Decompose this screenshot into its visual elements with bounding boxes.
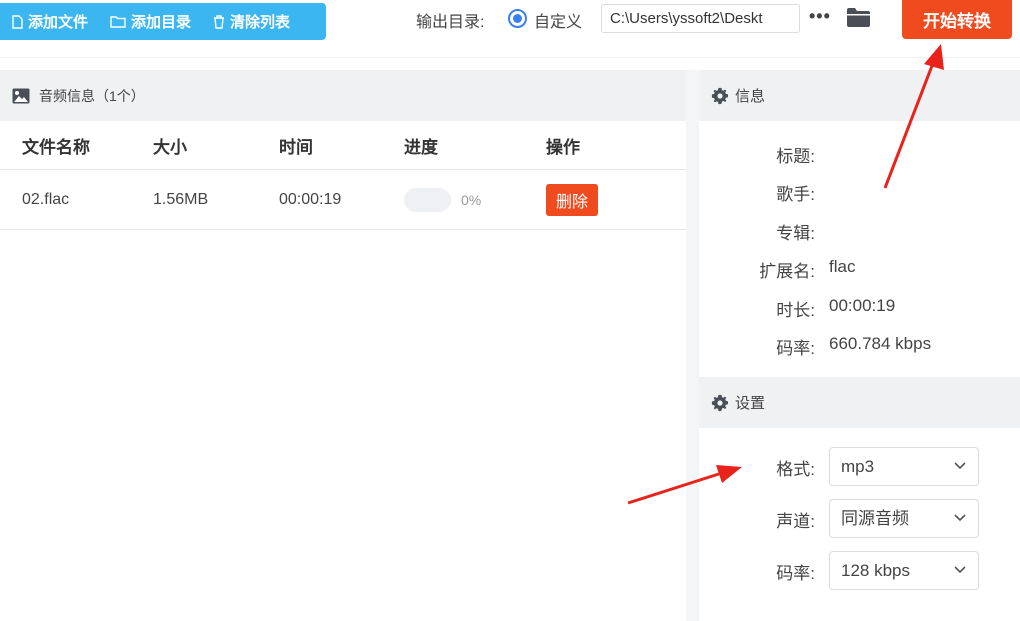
column-header: 文件名称	[22, 137, 90, 157]
format-select[interactable]: mp3	[829, 447, 979, 486]
setting-label: 码率:	[776, 564, 815, 583]
add-file-button[interactable]: 添加文件	[12, 11, 88, 32]
info-duration-row: 时长: 00:00:19	[699, 296, 1020, 320]
chevron-down-icon	[954, 514, 966, 522]
progress-cell: 0%	[404, 187, 482, 212]
delete-button[interactable]: 删除	[546, 183, 599, 216]
column-header: 进度	[404, 137, 438, 157]
chevron-down-icon	[954, 462, 966, 470]
file-panel-title: 音频信息（1个）	[39, 87, 145, 104]
file-list-panel: 音频信息（1个） 文件名称 大小 时间 进度 操作 02.flac 1.56MB…	[0, 70, 686, 621]
gear-icon	[711, 87, 729, 104]
channel-setting-row: 声道: 同源音频	[699, 499, 1020, 539]
image-icon	[12, 88, 30, 103]
info-value: 00:00:19	[829, 296, 896, 315]
info-bitrate-row: 码率: 660.784 kbps	[699, 334, 1020, 358]
custom-radio[interactable]	[508, 9, 527, 28]
panel-divider	[686, 70, 699, 621]
channel-select-value: 同源音频	[841, 509, 909, 528]
file-button-group: 添加文件 添加目录 清除列表	[0, 3, 326, 40]
side-panel: 信息 标题: 歌手: 专辑: 扩展名: flac 时长: 00:00:19 码率…	[699, 70, 1020, 621]
info-panel-title: 信息	[735, 88, 766, 105]
output-path-input[interactable]: C:\Users\yssoft2\Deskt	[601, 4, 800, 33]
progress-percent: 0%	[461, 191, 482, 208]
more-options-button[interactable]: •••	[809, 6, 831, 27]
top-toolbar: 添加文件 添加目录 清除列表 输出目录: 自定义 C:\Users\yssoft…	[0, 0, 1020, 58]
info-value: flac	[829, 257, 856, 276]
file-name: 02.flac	[22, 190, 70, 208]
file-panel-header: 音频信息（1个）	[0, 70, 686, 121]
app-window: 添加文件 添加目录 清除列表 输出目录: 自定义 C:\Users\yssoft…	[0, 0, 1020, 621]
info-value: 660.784 kbps	[829, 334, 932, 353]
info-label: 专辑:	[776, 224, 815, 243]
setting-label: 格式:	[776, 460, 815, 479]
clear-list-button[interactable]: 清除列表	[213, 11, 290, 32]
custom-radio-label[interactable]: 自定义	[534, 8, 582, 32]
file-icon	[12, 14, 23, 29]
output-dir-label: 输出目录:	[416, 14, 485, 31]
table-row[interactable]: 02.flac 1.56MB 00:00:19 0% 删除	[0, 170, 686, 230]
info-label: 时长:	[776, 301, 815, 320]
info-extension-row: 扩展名: flac	[699, 257, 1020, 281]
bitrate-setting-row: 码率: 128 kbps	[699, 551, 1020, 591]
column-header: 大小	[153, 137, 187, 157]
chevron-down-icon	[954, 566, 966, 574]
info-label: 扩展名:	[759, 262, 815, 281]
clear-list-label: 清除列表	[230, 14, 291, 31]
info-label: 标题:	[776, 147, 815, 166]
info-label: 码率:	[776, 339, 815, 358]
add-dir-button[interactable]: 添加目录	[110, 11, 191, 32]
trash-icon	[214, 14, 225, 29]
setting-label: 声道:	[776, 512, 815, 531]
add-file-label: 添加文件	[28, 14, 89, 31]
gear-icon	[711, 394, 729, 411]
info-label: 歌手:	[776, 185, 815, 204]
table-header: 文件名称 大小 时间 进度 操作	[0, 121, 686, 170]
start-convert-button[interactable]: 开始转换	[902, 0, 1012, 39]
settings-panel-title: 设置	[735, 395, 766, 412]
add-dir-label: 添加目录	[131, 14, 192, 31]
file-duration: 00:00:19	[279, 190, 342, 208]
settings-panel-header: 设置	[699, 377, 1020, 428]
format-select-value: mp3	[841, 457, 875, 476]
format-setting-row: 格式: mp3	[699, 447, 1020, 487]
folder-icon[interactable]	[846, 7, 871, 33]
column-header: 操作	[546, 137, 580, 157]
folder-outline-icon	[110, 16, 126, 28]
info-panel-header: 信息	[699, 70, 1020, 121]
channel-select[interactable]: 同源音频	[829, 499, 979, 538]
progress-bar	[404, 187, 451, 212]
info-artist-row: 歌手:	[699, 180, 1020, 204]
column-header: 时间	[279, 137, 313, 157]
info-title-row: 标题:	[699, 142, 1020, 166]
bitrate-select[interactable]: 128 kbps	[829, 551, 979, 590]
info-album-row: 专辑:	[699, 219, 1020, 243]
bitrate-select-value: 128 kbps	[841, 561, 910, 580]
file-size: 1.56MB	[153, 190, 209, 208]
